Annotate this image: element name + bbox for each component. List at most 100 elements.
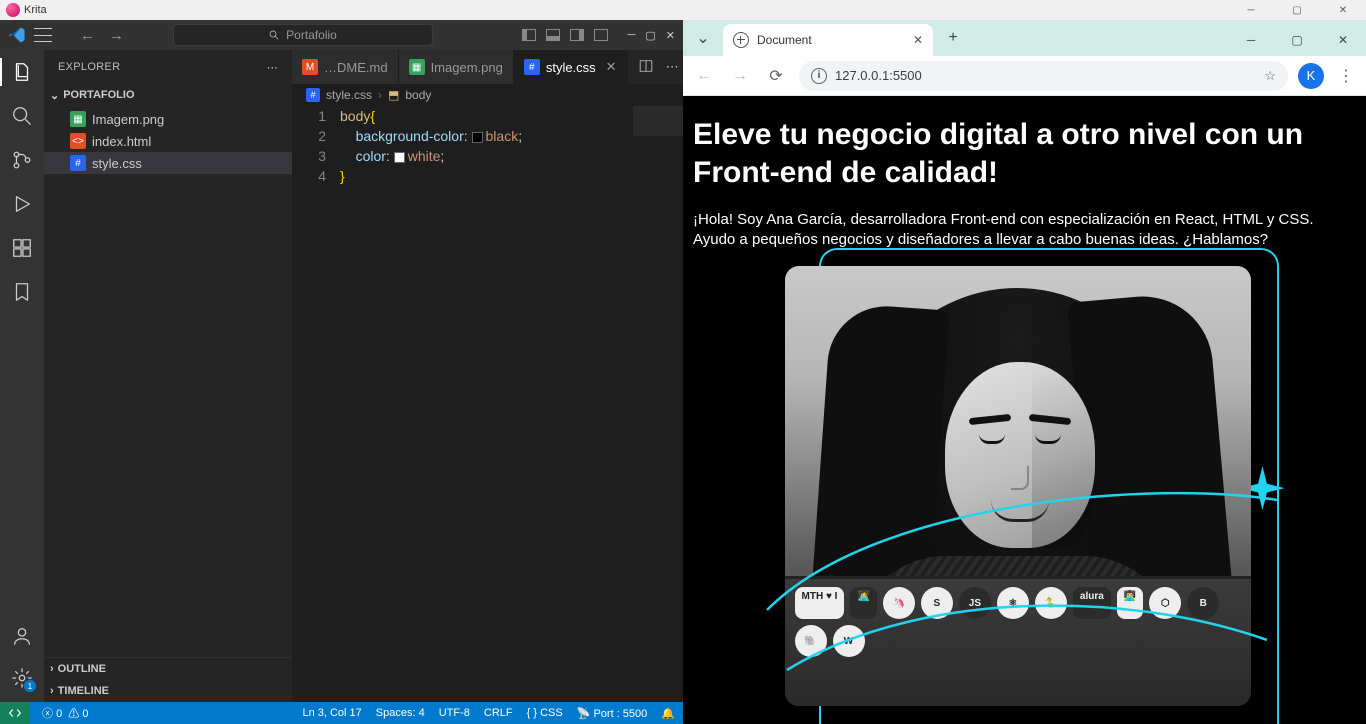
split-editor-icon[interactable] [638, 59, 654, 76]
css-file-icon: # [306, 88, 320, 102]
file-name: Imagem.png [92, 112, 164, 127]
file-name: style.css [92, 156, 142, 171]
tab-close-icon[interactable]: ✕ [606, 59, 617, 75]
laptop-sticker: 🐘 [795, 625, 827, 657]
laptop-sticker: 👩‍💻 [850, 587, 876, 619]
css-file-icon: # [70, 155, 86, 171]
vscode-logo-icon [8, 26, 26, 44]
img-file-icon: ▦ [70, 111, 86, 127]
laptop-image: MTH ♥ I👩‍💻🦄SJS⚛🐍alura👨‍💻⬡B🐘W [785, 576, 1251, 706]
browser-maximize-button[interactable]: ▢ [1274, 24, 1320, 56]
window-maximize-button[interactable]: ▢ [645, 29, 655, 42]
explorer-activity-icon[interactable] [10, 60, 34, 84]
nav-back-button[interactable]: ← [80, 27, 95, 44]
tab-close-button[interactable]: ✕ [913, 33, 923, 47]
laptop-sticker: S [921, 587, 953, 619]
laptop-sticker: MTH ♥ I [795, 587, 845, 619]
html-file-icon: <> [70, 133, 86, 149]
window-minimize-button[interactable]: ─ [628, 29, 636, 41]
status-spaces[interactable]: Spaces: 4 [376, 707, 425, 719]
browser-window: ⌄ Document ✕ + ─ ▢ ✕ ← → ⟳ i [683, 20, 1366, 724]
status-notifications-icon[interactable]: 🔔 [661, 707, 675, 720]
os-maximize-button[interactable]: ▢ [1274, 0, 1320, 20]
search-activity-icon[interactable] [10, 104, 34, 128]
window-close-button[interactable]: ✕ [666, 29, 675, 42]
layout-panel-icon[interactable] [546, 29, 560, 41]
file-item[interactable]: ▦ Imagem.png [44, 108, 292, 130]
hamburger-menu-icon[interactable] [34, 28, 52, 42]
url-text: 127.0.0.1:5500 [835, 68, 922, 83]
browser-minimize-button[interactable]: ─ [1228, 24, 1274, 56]
editor-tab[interactable]: ▦Imagem.png [399, 50, 514, 84]
accounts-activity-icon[interactable] [10, 624, 34, 648]
outline-panel-header[interactable]: ›OUTLINE [44, 658, 292, 680]
breadcrumb-item[interactable]: body [405, 88, 431, 102]
status-cursor[interactable]: Ln 3, Col 17 [302, 707, 361, 719]
sidebar-explorer: EXPLORER ⋯ ⌄ PORTAFOLIO ▦Imagem.png<>ind… [44, 50, 292, 702]
status-liveserver[interactable]: 📡 Port : 5500 [577, 707, 648, 720]
code-content[interactable]: body{ background-color: black; color: wh… [340, 106, 522, 702]
file-item[interactable]: # style.css [44, 152, 292, 174]
minimap[interactable] [633, 106, 683, 702]
command-center-search[interactable]: Portafolio [173, 24, 433, 46]
address-bar[interactable]: i 127.0.0.1:5500 ☆ [799, 61, 1288, 91]
tab-label: …DME.md [324, 60, 388, 75]
browser-forward-button[interactable]: → [727, 63, 753, 89]
folder-header[interactable]: ⌄ PORTAFOLIO [44, 84, 292, 106]
file-item[interactable]: <>index.html [44, 130, 292, 152]
os-close-button[interactable]: ✕ [1320, 0, 1366, 20]
css-file-icon: # [524, 59, 540, 75]
laptop-sticker: JS [959, 587, 991, 619]
browser-tab[interactable]: Document ✕ [723, 24, 933, 56]
status-problems[interactable]: ⓧ 0 ⚠ 0 [42, 705, 88, 721]
tab-search-button[interactable]: ⌄ [687, 24, 719, 52]
layout-primary-icon[interactable] [522, 29, 536, 41]
new-tab-button[interactable]: + [939, 24, 967, 52]
page-viewport: Eleve tu negocio digital a otro nivel co… [683, 96, 1366, 724]
vscode-window: ← → Portafolio ─ ▢ ✕ [0, 20, 683, 724]
settings-activity-icon[interactable]: 1 [10, 666, 34, 690]
bookmark-activity-icon[interactable] [10, 280, 34, 304]
bookmark-star-icon[interactable]: ☆ [1264, 68, 1276, 84]
chevron-down-icon: ⌄ [50, 89, 59, 102]
layout-secondary-icon[interactable] [570, 29, 584, 41]
extensions-activity-icon[interactable] [10, 236, 34, 260]
browser-close-button[interactable]: ✕ [1320, 24, 1366, 56]
more-actions-icon[interactable]: ⋯ [666, 59, 679, 75]
browser-menu-icon[interactable]: ⋮ [1334, 66, 1358, 86]
hero-image-wrap: MTH ♥ I👩‍💻🦄SJS⚛🐍alura👨‍💻⬡B🐘W [785, 266, 1265, 706]
explorer-more-icon[interactable]: ⋯ [267, 61, 278, 74]
site-info-icon[interactable]: i [811, 68, 827, 84]
nav-forward-button[interactable]: → [109, 27, 124, 44]
search-placeholder: Portafolio [286, 28, 337, 42]
krita-icon [6, 3, 20, 17]
remote-indicator[interactable] [0, 702, 30, 724]
os-minimize-button[interactable]: ─ [1228, 0, 1274, 20]
source-control-activity-icon[interactable] [10, 148, 34, 172]
status-eol[interactable]: CRLF [484, 707, 513, 719]
breadcrumb[interactable]: #style.css›⬒body [292, 84, 683, 106]
laptop-sticker: ⚛ [997, 587, 1029, 619]
page-heading: Eleve tu negocio digital a otro nivel co… [693, 116, 1356, 192]
img-file-icon: ▦ [409, 59, 425, 75]
status-lang[interactable]: { } CSS [527, 707, 563, 719]
laptop-sticker: 👨‍💻 [1117, 587, 1143, 619]
os-titlebar: Krita ─ ▢ ✕ [0, 0, 1366, 20]
timeline-panel-header[interactable]: ›TIMELINE [44, 680, 292, 702]
file-tree: ▦ Imagem.png <>index.html # style.css [44, 106, 292, 176]
layout-customize-icon[interactable] [594, 29, 608, 41]
browser-reload-button[interactable]: ⟳ [763, 63, 789, 89]
profile-avatar[interactable]: K [1298, 63, 1324, 89]
editor-tabs: M…DME.md▦Imagem.png#style.css✕ ⋯ [292, 50, 683, 84]
status-encoding[interactable]: UTF-8 [439, 707, 470, 719]
editor-tab[interactable]: #style.css✕ [514, 50, 628, 84]
browser-back-button[interactable]: ← [691, 63, 717, 89]
run-debug-activity-icon[interactable] [10, 192, 34, 216]
sticker-grid: MTH ♥ I👩‍💻🦄SJS⚛🐍alura👨‍💻⬡B🐘W [795, 587, 1241, 706]
settings-badge: 1 [24, 680, 36, 692]
editor-tab[interactable]: M…DME.md [292, 50, 399, 84]
code-editor[interactable]: 1234 body{ background-color: black; colo… [292, 106, 683, 702]
laptop-sticker: ⬡ [1149, 587, 1181, 619]
breadcrumb-item[interactable]: style.css [326, 88, 372, 102]
status-bar: ⓧ 0 ⚠ 0 Ln 3, Col 17 Spaces: 4 UTF-8 CRL… [0, 702, 683, 724]
